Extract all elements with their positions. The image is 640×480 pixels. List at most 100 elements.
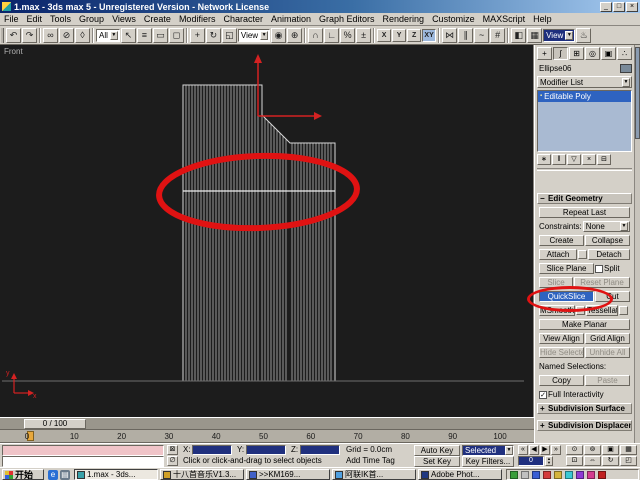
tab-display[interactable]: ▣ — [601, 47, 616, 60]
unhide-all-button[interactable]: Unhide All — [585, 347, 630, 358]
paste-named-selection-button[interactable]: Paste — [585, 375, 630, 386]
maxscript-mini-listener[interactable] — [2, 456, 164, 467]
menu-edit[interactable]: Edit — [23, 13, 47, 25]
selection-set-dropdown[interactable]: Selected — [462, 445, 514, 456]
menu-create[interactable]: Create — [140, 13, 175, 25]
bind-to-space-warp-icon[interactable]: ◊ — [75, 27, 90, 43]
msmooth-settings-button[interactable] — [576, 306, 585, 315]
go-to-start-button[interactable]: « — [518, 445, 528, 455]
remove-modifier-icon[interactable]: × — [582, 154, 596, 165]
zoom-icon[interactable]: ⊙ — [566, 445, 583, 455]
tray-icon-8[interactable] — [587, 470, 595, 479]
panel-scrollbar-thumb[interactable] — [635, 47, 640, 139]
modifier-list-dropdown[interactable]: Modifier List — [537, 76, 632, 88]
panel-scrollbar[interactable] — [634, 45, 640, 443]
subdivision-displacement-rollout-header[interactable]: Subdivision Displacement — [537, 420, 632, 431]
axis-constraint-x-button[interactable]: X — [377, 28, 392, 42]
x-coordinate-field[interactable] — [192, 445, 232, 455]
front-viewport[interactable]: x y Front — [0, 45, 534, 417]
schematic-view-icon[interactable]: # — [490, 27, 506, 43]
pan-icon[interactable]: ⇔ — [584, 456, 601, 466]
y-coordinate-field[interactable] — [246, 445, 286, 455]
tray-icon-3[interactable] — [532, 470, 540, 479]
menu-help[interactable]: Help — [529, 13, 556, 25]
constraints-dropdown[interactable]: None — [582, 221, 630, 232]
tessellate-button[interactable]: Tessellate — [586, 305, 618, 316]
angle-snap-icon[interactable]: ∟ — [324, 27, 340, 43]
time-slider-track[interactable]: 0 / 100 — [0, 417, 534, 430]
menu-group[interactable]: Group — [75, 13, 108, 25]
start-button[interactable]: 开始 — [2, 469, 44, 480]
pin-stack-icon[interactable]: ∗ — [537, 154, 551, 165]
attach-list-button[interactable] — [578, 250, 587, 259]
zoom-extents-icon[interactable]: ▣ — [602, 445, 619, 455]
quick-render-icon[interactable]: ♨ — [576, 27, 592, 43]
tray-icon-1[interactable] — [510, 470, 518, 479]
tray-icon-7[interactable] — [576, 470, 584, 479]
previous-frame-button[interactable]: ◀ — [529, 445, 539, 455]
hide-selected-button[interactable]: Hide Selected — [539, 347, 584, 358]
grid-align-button[interactable]: Grid Align — [585, 333, 630, 344]
render-type-dropdown[interactable]: View — [543, 28, 576, 42]
viewport-label[interactable]: Front — [4, 47, 23, 56]
taskbar-task-4[interactable]: 阿联IK首... — [332, 469, 416, 480]
taskbar-task-2[interactable]: 十八首音乐V1.3... — [160, 469, 244, 480]
select-and-rotate-icon[interactable]: ↻ — [205, 27, 221, 43]
set-key-button[interactable]: Set Key — [414, 456, 460, 467]
render-scene-icon[interactable]: ▦ — [527, 27, 543, 43]
show-end-result-icon[interactable]: ‖ — [552, 154, 566, 165]
full-interactivity-checkbox[interactable]: ✓ — [539, 390, 547, 399]
maximize-button[interactable]: □ — [613, 1, 625, 12]
msmooth-button[interactable]: MSmooth — [539, 305, 575, 316]
unlink-selection-icon[interactable]: ⊘ — [59, 27, 74, 43]
menu-views[interactable]: Views — [108, 13, 140, 25]
axis-constraint-y-button[interactable]: Y — [392, 28, 407, 42]
collapse-button[interactable]: Collapse — [585, 235, 630, 246]
time-slider-handle[interactable]: 0 / 100 — [24, 419, 86, 429]
taskbar-task-1[interactable]: 1.max - 3ds... — [74, 469, 158, 480]
add-time-tag-button[interactable]: Add Time Tag — [346, 456, 395, 466]
attach-button[interactable]: Attach — [539, 249, 577, 260]
min-max-toggle-icon[interactable]: ◰ — [620, 456, 637, 466]
tab-modify[interactable]: ∫ — [553, 47, 568, 60]
select-and-manipulate-icon[interactable]: ⊕ — [287, 27, 303, 43]
tessellate-settings-button[interactable] — [619, 306, 628, 315]
maxscript-mini-listener-macro[interactable] — [2, 445, 164, 456]
copy-named-selection-button[interactable]: Copy — [539, 375, 584, 386]
select-and-scale-icon[interactable]: ◱ — [221, 27, 237, 43]
configure-modifier-sets-icon[interactable]: ⊟ — [597, 154, 611, 165]
select-and-link-icon[interactable]: ∞ — [43, 27, 58, 43]
make-planar-button[interactable]: Make Planar — [539, 319, 630, 330]
undo-icon[interactable]: ↶ — [6, 27, 21, 43]
menu-character[interactable]: Character — [219, 13, 267, 25]
taskbar-task-5[interactable]: Adobe Phot... — [418, 469, 502, 480]
edit-geometry-rollout-header[interactable]: Edit Geometry — [537, 193, 632, 204]
tab-create[interactable]: + — [537, 47, 552, 60]
tray-icon-5[interactable] — [554, 470, 562, 479]
modifier-stack[interactable]: ▪ Editable Poly — [537, 90, 632, 152]
go-to-end-button[interactable]: » — [551, 445, 561, 455]
axis-constraint-xy-button[interactable]: XY — [422, 28, 437, 42]
title-bar[interactable]: 1.max - 3ds max 5 - Unregistered Version… — [0, 0, 640, 13]
use-pivot-point-center-icon[interactable]: ◉ — [271, 27, 287, 43]
menu-file[interactable]: File — [0, 13, 23, 25]
modifier-bulb-icon[interactable]: ▪ — [540, 91, 542, 102]
tab-utilities[interactable]: ∴ — [617, 47, 632, 60]
modifier-stack-item[interactable]: ▪ Editable Poly — [538, 91, 631, 102]
ie-quick-launch-icon[interactable]: e — [48, 470, 58, 480]
menu-rendering[interactable]: Rendering — [379, 13, 429, 25]
snap-toggle-icon[interactable]: ∩ — [308, 27, 324, 43]
reset-plane-button[interactable]: Reset Plane — [574, 277, 630, 288]
detach-button[interactable]: Detach — [588, 249, 630, 260]
key-filters-button[interactable]: Key Filters... — [462, 456, 514, 467]
tab-motion[interactable]: ◎ — [585, 47, 600, 60]
spinner-snap-icon[interactable]: ± — [356, 27, 372, 43]
slice-button[interactable]: Slice — [539, 277, 573, 288]
selection-filter-dropdown[interactable]: All — [96, 28, 120, 42]
auto-key-button[interactable]: Auto Key — [414, 445, 460, 456]
slice-plane-button[interactable]: Slice Plane — [539, 263, 594, 274]
menu-customize[interactable]: Customize — [428, 13, 479, 25]
align-icon[interactable]: ∥ — [458, 27, 474, 43]
minimize-button[interactable]: _ — [600, 1, 612, 12]
tray-icon-6[interactable] — [565, 470, 573, 479]
